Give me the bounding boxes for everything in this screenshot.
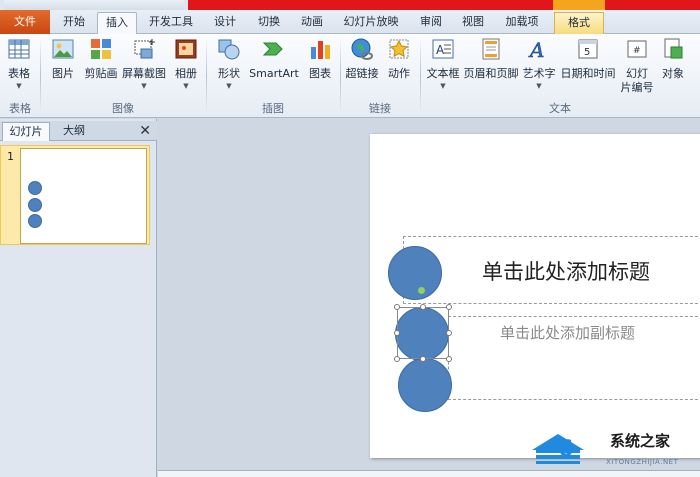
rotation-handle[interactable] <box>418 287 425 294</box>
quick-access-toolbar[interactable] <box>4 0 184 10</box>
tab-insert[interactable]: 插入 <box>97 12 137 35</box>
smartart-icon <box>262 42 283 56</box>
album-button[interactable]: 相册 ▼ <box>170 37 202 101</box>
clipart-icon <box>91 39 111 59</box>
calendar-icon: 5 <box>578 39 598 59</box>
wordart-button[interactable]: A 艺术字 ▼ <box>520 37 558 101</box>
action-button[interactable]: 动作 <box>384 37 414 101</box>
tab-design[interactable]: 设计 <box>206 12 244 34</box>
thumbnail-circle <box>28 198 42 212</box>
resize-handle[interactable] <box>446 330 452 336</box>
textbox-icon: A <box>432 39 454 59</box>
thumbnail-circle <box>28 214 42 228</box>
circle-shape-1[interactable] <box>388 246 442 300</box>
object-button[interactable]: 对象 <box>656 37 690 101</box>
group-label-links: 链接 <box>369 102 391 115</box>
chart-button[interactable]: 图表 <box>304 37 336 101</box>
house-logo-icon: 6 <box>532 434 584 464</box>
chevron-down-icon: ▼ <box>226 82 232 90</box>
chevron-down-icon: ▼ <box>16 82 22 90</box>
slide-number-label: 1 <box>7 150 14 163</box>
globe-link-icon <box>351 38 373 60</box>
chevron-down-icon: ▼ <box>536 82 542 90</box>
tab-animations[interactable]: 动画 <box>293 12 331 34</box>
resize-handle[interactable] <box>394 356 400 362</box>
svg-text:5: 5 <box>584 47 590 58</box>
tab-file[interactable]: 文件 <box>0 10 50 34</box>
header-footer-icon <box>482 38 500 60</box>
tab-outline[interactable]: 大纲 <box>54 122 94 141</box>
tab-developer[interactable]: 开发工具 <box>141 12 201 34</box>
clipart-button[interactable]: 剪贴画 <box>82 37 120 101</box>
tab-slideshow[interactable]: 幻灯片放映 <box>338 12 404 34</box>
title-bar <box>0 0 700 10</box>
wordart-icon: A <box>528 38 545 61</box>
hyperlink-button[interactable]: 超链接 <box>344 37 380 101</box>
chart-icon <box>311 41 330 59</box>
watermark-brand: 系统之家 <box>610 432 671 450</box>
thumbnail-circle <box>28 181 42 195</box>
header-footer-button[interactable]: 页眉和页脚 <box>462 37 520 101</box>
action-star-icon <box>389 39 409 59</box>
picture-button[interactable]: 图片 <box>46 37 80 101</box>
chevron-down-icon: ▼ <box>183 82 189 90</box>
table-button[interactable]: 表格 ▼ <box>2 37 36 101</box>
slide-number-icon: # <box>627 40 647 58</box>
subtitle-placeholder-text: 单击此处添加副标题 <box>500 324 636 342</box>
tab-home[interactable]: 开始 <box>54 12 94 34</box>
tab-review[interactable]: 审阅 <box>413 12 449 34</box>
group-label-images: 图像 <box>112 102 134 115</box>
tab-transitions[interactable]: 切换 <box>250 12 288 34</box>
title-placeholder-text: 单击此处添加标题 <box>482 260 650 284</box>
svg-text:6: 6 <box>558 437 573 462</box>
selection-outline <box>397 307 449 359</box>
tab-slides[interactable]: 幻灯片 <box>2 122 50 141</box>
close-icon[interactable]: ✕ <box>139 121 151 141</box>
textbox-button[interactable]: A 文本框 ▼ <box>424 37 462 101</box>
resize-handle[interactable] <box>420 304 426 310</box>
chevron-down-icon: ▼ <box>440 82 446 90</box>
resize-handle[interactable] <box>446 356 452 362</box>
tab-view[interactable]: 视图 <box>455 12 491 34</box>
ribbon-insert: 表格 ▼ 图片 剪贴画 屏幕截图 ▼ 相册 ▼ 形状 ▼ SmartArt 图表… <box>0 34 700 118</box>
resize-handle[interactable] <box>394 304 400 310</box>
table-icon <box>8 39 30 59</box>
window-title-area <box>188 0 700 10</box>
ribbon-tabs: 文件 开始 插入 开发工具 设计 切换 动画 幻灯片放映 审阅 视图 加载项 格… <box>0 10 700 35</box>
panel-tabs: 幻灯片 大纲 ✕ <box>0 121 157 141</box>
resize-handle[interactable] <box>394 330 400 336</box>
datetime-button[interactable]: 5 日期和时间 <box>558 37 618 101</box>
resize-handle[interactable] <box>446 304 452 310</box>
shapes-icon <box>218 39 240 60</box>
svg-text:A: A <box>528 38 544 61</box>
screenshot-button[interactable]: 屏幕截图 ▼ <box>120 37 168 101</box>
watermark: 6 系统之家 XITONGZHIJIA.NET <box>528 420 700 477</box>
screenshot-icon <box>134 39 155 59</box>
svg-text:A: A <box>436 43 445 57</box>
chevron-down-icon: ▼ <box>141 82 147 90</box>
drawing-tools-contextual-tab <box>553 0 605 10</box>
tab-format[interactable]: 格式 <box>554 12 604 34</box>
picture-icon <box>52 39 74 59</box>
shapes-button[interactable]: 形状 ▼ <box>212 37 246 101</box>
watermark-url: XITONGZHIJIA.NET <box>606 458 679 466</box>
photo-album-icon <box>175 39 197 59</box>
svg-text:#: # <box>633 46 641 56</box>
object-icon <box>664 38 683 59</box>
circle-shape-3[interactable] <box>398 358 452 412</box>
slide-thumbnail[interactable] <box>20 148 147 244</box>
group-label-tables: 表格 <box>9 102 31 115</box>
smartart-button[interactable]: SmartArt <box>246 37 302 101</box>
slide-number-button[interactable]: # 幻灯 片编号 <box>620 37 654 101</box>
tab-addins[interactable]: 加载项 <box>499 12 545 34</box>
group-label-text: 文本 <box>549 102 571 115</box>
group-label-illustrations: 插图 <box>262 102 284 115</box>
resize-handle[interactable] <box>420 356 426 362</box>
